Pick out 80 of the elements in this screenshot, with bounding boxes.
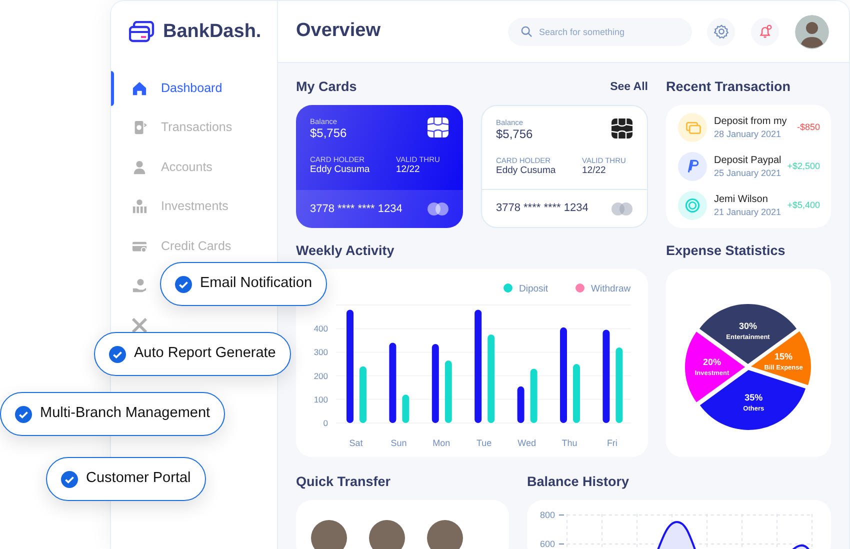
chip-icon (427, 117, 449, 138)
photo-placeholder[interactable] (311, 520, 347, 549)
transaction-amount: +$5,400 (787, 198, 820, 212)
axis-label: 300 (314, 347, 328, 358)
section-title: Quick Transfer (296, 473, 392, 491)
transaction-date: 28 January 2021 (714, 128, 782, 140)
coin-icon (678, 191, 707, 220)
logo-icon (129, 21, 155, 43)
user-icon (132, 160, 147, 174)
slice-value: 15% (774, 351, 793, 362)
axis-label: 800 (540, 510, 555, 520)
valid-date: 12/22 (396, 164, 421, 176)
transaction-name: Deposit Paypal (714, 154, 782, 167)
slice-value: 30% (739, 321, 757, 331)
cards-icon (678, 113, 707, 142)
axis-label: Sun (390, 438, 407, 448)
hand-coin-icon (132, 278, 147, 293)
balance-amount: $5,756 (496, 127, 533, 142)
bar (530, 368, 538, 423)
photo-placeholder[interactable] (369, 520, 405, 549)
bar (517, 386, 524, 423)
slice-value: 35% (744, 392, 763, 403)
home-icon (132, 80, 147, 96)
legend-label: Withdraw (591, 284, 631, 294)
see-all-link[interactable]: See All (610, 77, 648, 97)
holder-name: Eddy Cusuma (496, 165, 557, 177)
search-icon (521, 26, 532, 37)
bar (360, 366, 366, 423)
card-brand-icon (427, 202, 449, 216)
gear-icon (714, 24, 728, 39)
axis-label: 0 (323, 418, 328, 428)
bars-icon (132, 199, 147, 214)
axis-label: Thu (562, 438, 578, 448)
bar (444, 360, 452, 423)
section-title: Expense Statistics (666, 242, 786, 260)
search-field[interactable]: Search for something (508, 18, 692, 46)
avatar[interactable] (795, 14, 829, 48)
bar (573, 364, 580, 423)
card-brand-icon (611, 202, 633, 216)
axis-label: Wed (518, 438, 536, 448)
feature-label: Auto Report Generate (134, 344, 276, 364)
axis-label: 600 (540, 539, 555, 549)
section-title: My Cards (296, 78, 357, 96)
photo-placeholder[interactable] (427, 520, 463, 549)
card-number: 3778 **** **** 1234 (310, 202, 402, 217)
card-number: 3778 **** **** 1234 (496, 201, 588, 216)
feature-label: Multi-Branch Management (40, 404, 210, 424)
axis-label: Sat (349, 438, 363, 448)
axis-label: 400 (314, 324, 328, 334)
section-title: Recent Transaction (666, 78, 792, 96)
bell-icon (758, 24, 772, 39)
balance-amount: $5,756 (310, 126, 347, 141)
transaction-amount: -$850 (796, 120, 820, 134)
feature-label: Customer Portal (86, 469, 191, 488)
phone-icon (132, 120, 147, 135)
p-logo-icon (678, 152, 707, 181)
bar (402, 394, 410, 423)
slice-value: 20% (703, 357, 721, 367)
legend-label: Diposit (519, 284, 548, 294)
feature-label: Email Notification (200, 274, 312, 294)
section-title: Weekly Activity (296, 242, 396, 260)
axis-label: 200 (314, 370, 328, 381)
chip-icon (611, 118, 633, 139)
tools-icon (132, 318, 147, 332)
valid-date: 12/22 (582, 165, 607, 177)
transaction-date: 25 January 2021 (714, 167, 782, 179)
axis-label: Tue (476, 438, 492, 448)
holder-name: Eddy Cusuma (310, 164, 371, 176)
transaction-amount: +$2,500 (787, 160, 820, 173)
page-title: Overview (296, 19, 380, 44)
transaction-name: Jemi Wilson (714, 193, 769, 206)
transaction-name: Deposit from my (714, 115, 787, 128)
axis-label: 100 (314, 394, 328, 404)
axis-label: Fri (606, 438, 618, 448)
section-title: Balance History (527, 473, 630, 491)
logo-text: BankDash. (163, 20, 262, 44)
settings-button[interactable] (707, 18, 735, 46)
transaction-date: 21 January 2021 (714, 206, 782, 218)
notification-button[interactable] (751, 18, 779, 46)
axis-label: Mon (432, 438, 450, 448)
